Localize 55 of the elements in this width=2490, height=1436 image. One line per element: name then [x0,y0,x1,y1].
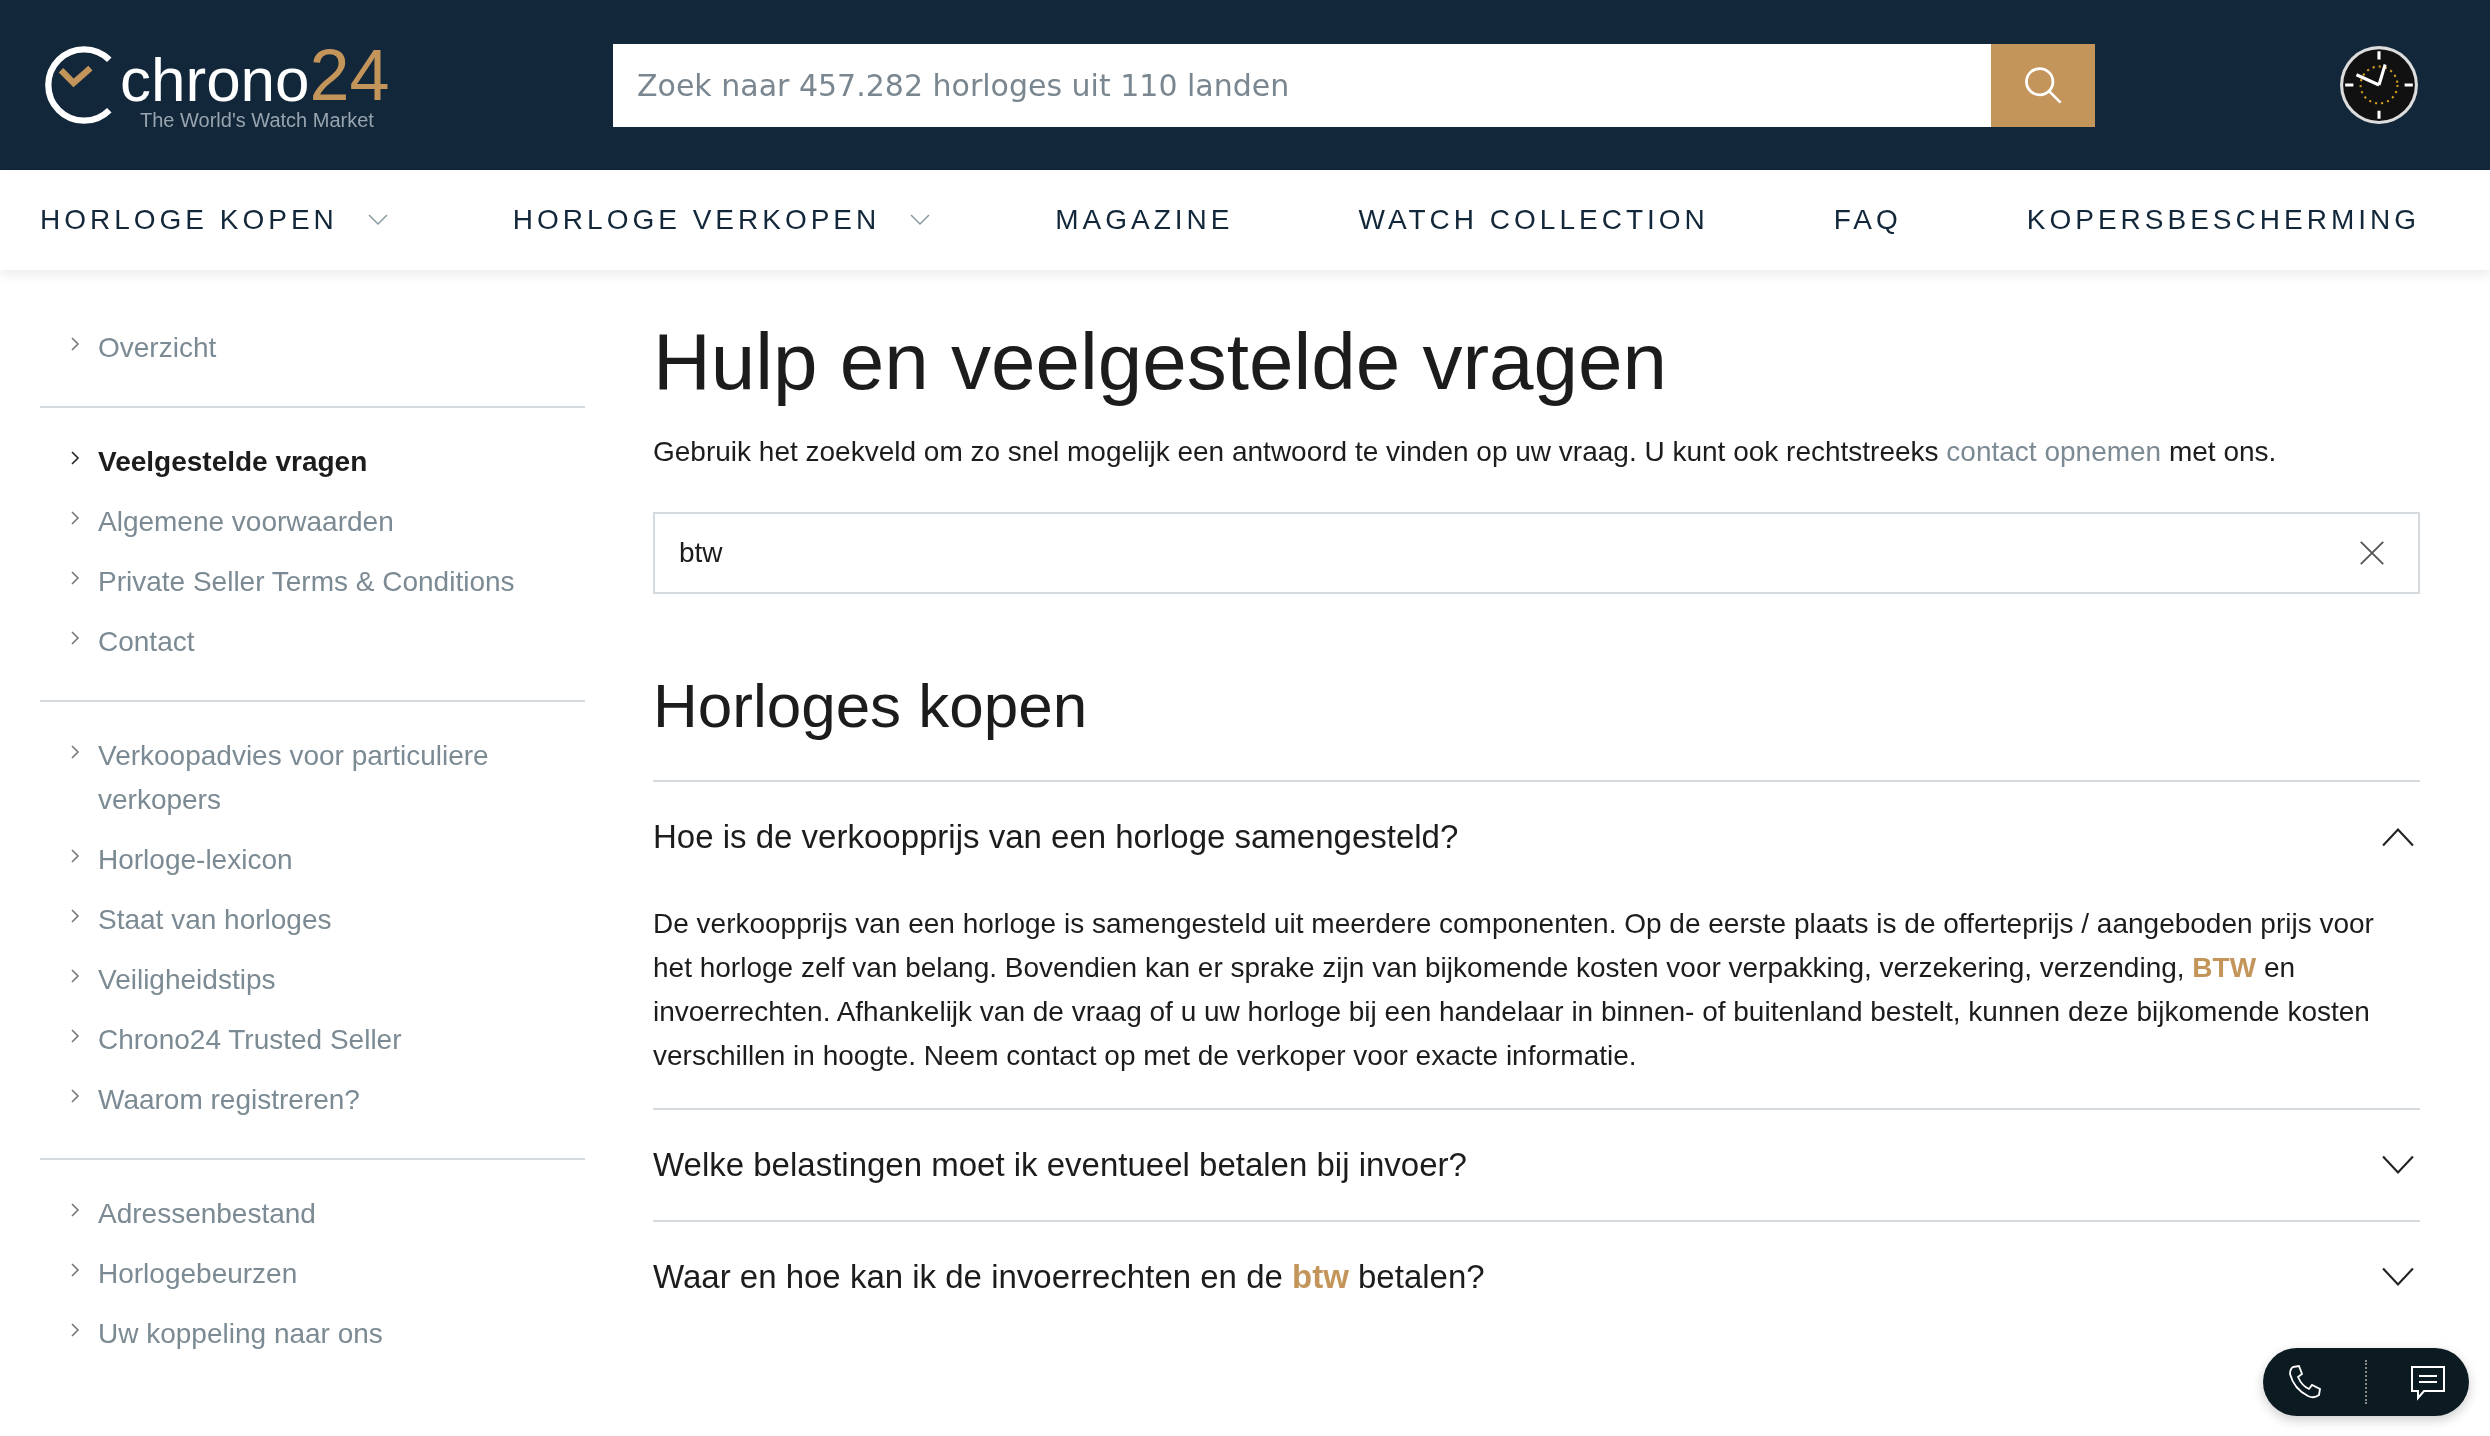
logo-number[interactable]: 24 [309,38,390,111]
sidebar-item[interactable]: Veelgestelde vragen [40,432,585,492]
chevron-right-icon [70,336,80,352]
faq-search-field[interactable]: btw [653,512,2420,594]
nav-link[interactable]: HORLOGE KOPEN [40,204,338,236]
close-icon[interactable] [2358,539,2386,567]
sidebar-item[interactable]: Staat van horloges [40,890,585,950]
answer-text: De verkoopprijs van een horloge is samengesteld uit meerdere componenten. Op de eerste plaats is de offerteprijs / aangeboden prijs voor het horloge zelf van belang. Bovendien kan er sprake zijn van bijkomende kosten voor verpakking, verzekering, verzending, BTW en invoerrechten. Afhankelijk van de vraag of u uw horloge bij een handelaar in binnen- of buitenland bestelt, kunnen deze bijkomende kosten verschillen in hoogte. Neem contact op met de verkoper voor exacte informatie. [653,907,2375,1074]
chevron-right-icon [70,630,80,646]
watch-avatar-icon[interactable] [2338,44,2420,126]
search-button[interactable] [1991,43,2095,127]
page-title: Hulp en veelgestelde vragen [653,318,1669,406]
chevron-right-icon [70,1202,80,1218]
intro-text: Gebruik het zoekveld om zo snel mogelijk een antwoord te vinden op uw vraag. U kunt ook rechtstreeks contact opnemen met ons. [653,436,2278,468]
search-field[interactable]: Zoek naar 457.282 horloges uit 110 landen [613,43,1991,127]
faq-question[interactable]: Waar en hoe kan ik de invoerrechten en de btw betalen? [653,1222,2420,1333]
chevron-down-icon [2382,1267,2414,1288]
sidebar-item[interactable]: Overzicht [40,318,585,378]
chevron-right-icon [70,744,80,760]
chevron-right-icon [70,450,80,466]
sidebar-item[interactable]: Chrono24 Trusted Seller [40,1010,585,1070]
sidebar-item[interactable]: Uw koppeling naar ons [40,1304,585,1364]
sidebar-item[interactable]: Private Seller Terms & Conditions [40,552,585,612]
sidebar-item[interactable]: Veiligheidstips [40,950,585,1010]
chevron-up-icon [2382,827,2414,848]
faq-question[interactable]: Welke belastingen moet ik eventueel betalen bij invoer? [653,1110,2420,1221]
chevron-right-icon [70,510,80,526]
logo-tagline: The World's Watch Market [140,108,375,132]
chevron-down-icon [2382,1155,2414,1176]
nav-link[interactable]: HORLOGE VERKOPEN [512,204,881,236]
contact-link[interactable]: contact opnemen [1946,436,2162,467]
sidebar-item[interactable]: Horloge-lexicon [40,830,585,890]
sidebar-item[interactable]: Verkoopadvies voor particuliere verkopers [40,726,585,830]
chevron-down-icon [367,214,388,226]
chevron-right-icon [70,1088,80,1104]
logo-wordmark[interactable]: chrono [120,48,310,111]
chevron-right-icon [70,908,80,924]
chevron-right-icon [70,1028,80,1044]
sidebar-item[interactable]: Waarom registreren? [40,1070,585,1130]
section-heading: Horloges kopen [653,672,1089,741]
chevron-right-icon [70,968,80,984]
sidebar-item[interactable]: Adressenbestand [40,1184,585,1244]
nav-link[interactable]: FAQ [1833,204,1902,236]
faq-question[interactable]: Hoe is de verkoopprijs van een horloge samengesteld? [653,782,2420,893]
nav-link[interactable]: KOPERSBESCHERMING [2026,204,2420,236]
nav-link[interactable]: MAGAZINE [1055,204,1234,236]
sidebar-item[interactable]: Horlogebeurzen [40,1244,585,1304]
chevron-right-icon [70,1322,80,1338]
chevron-right-icon [70,570,80,586]
chevron-right-icon [70,848,80,864]
sidebar-item[interactable]: Contact [40,612,585,672]
nav-link[interactable]: WATCH COLLECTION [1358,204,1709,236]
chevron-down-icon [910,214,931,226]
chevron-right-icon [70,1262,80,1278]
sidebar-item[interactable]: Algemene voorwaarden [40,492,585,552]
